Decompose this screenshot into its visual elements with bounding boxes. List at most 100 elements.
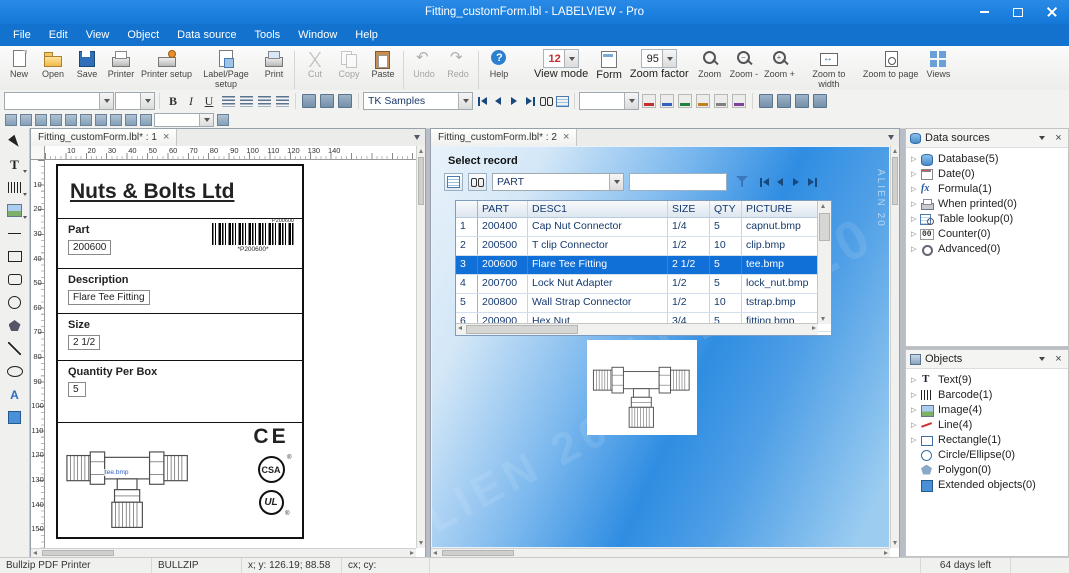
close-icon[interactable] bbox=[163, 132, 169, 143]
data-source-item[interactable]: Formula(1) bbox=[906, 181, 1068, 196]
object-combo[interactable] bbox=[579, 92, 639, 110]
palette-tool-button[interactable] bbox=[3, 338, 27, 359]
record-nav-button[interactable] bbox=[522, 93, 538, 109]
object-item[interactable]: Polygon(0) bbox=[906, 462, 1068, 477]
text-tool-button[interactable] bbox=[318, 92, 336, 110]
toolbar-button[interactable]: Save bbox=[70, 48, 104, 90]
size-value-field[interactable]: 2 1/2 bbox=[68, 335, 101, 350]
grid-horizontal-scrollbar[interactable] bbox=[456, 323, 818, 335]
chevron-down-icon[interactable] bbox=[609, 174, 623, 190]
data-source-item[interactable]: Database(5) bbox=[906, 151, 1068, 166]
arrange-tool-button[interactable] bbox=[793, 92, 811, 110]
draw-tool-button[interactable] bbox=[658, 92, 676, 110]
zoom-toolbar-button[interactable]: Zoom bbox=[693, 48, 727, 90]
palette-tool-button[interactable] bbox=[3, 246, 27, 267]
column-header[interactable]: SIZE bbox=[668, 201, 710, 217]
close-icon[interactable] bbox=[1035, 0, 1069, 24]
menu-item[interactable]: Data source bbox=[168, 26, 245, 44]
ul-mark[interactable]: UL ® bbox=[258, 490, 290, 517]
menu-item[interactable]: Tools bbox=[245, 26, 289, 44]
label-canvas[interactable]: Nuts & Bolts Ltd Part 200600 P200600 *P2… bbox=[45, 160, 416, 548]
palette-tool-button[interactable] bbox=[3, 292, 27, 313]
draw-tool-button[interactable] bbox=[640, 92, 658, 110]
object-item[interactable]: Extended objects(0) bbox=[906, 477, 1068, 492]
zoom-toolbar-button[interactable]: Views bbox=[921, 48, 955, 90]
text-tool-button[interactable] bbox=[300, 92, 318, 110]
expand-icon[interactable] bbox=[911, 155, 920, 163]
record-nav-button[interactable] bbox=[804, 174, 820, 190]
scroll-right-icon[interactable] bbox=[410, 551, 414, 555]
toolbar-button[interactable]: Open bbox=[36, 48, 70, 90]
record-nav-button[interactable] bbox=[538, 93, 554, 109]
data-source-item[interactable]: Table lookup(0) bbox=[906, 211, 1068, 226]
draw-tool-button[interactable] bbox=[694, 92, 712, 110]
chevron-down-icon[interactable] bbox=[199, 114, 213, 126]
chevron-down-icon[interactable] bbox=[564, 50, 579, 67]
toolbar-button[interactable]: Print bbox=[257, 48, 291, 90]
text-tool-button[interactable] bbox=[336, 92, 354, 110]
quick-tool-button[interactable] bbox=[48, 113, 63, 127]
record-nav-button[interactable] bbox=[756, 174, 772, 190]
scroll-left-icon[interactable] bbox=[458, 326, 462, 330]
text-style-button[interactable]: B bbox=[164, 92, 182, 110]
scrollbar-thumb[interactable] bbox=[466, 325, 578, 334]
quantity-value-field[interactable]: 5 bbox=[68, 382, 86, 397]
quick-tool-button[interactable] bbox=[215, 113, 230, 127]
record-nav-button[interactable] bbox=[474, 93, 490, 109]
toolbar-button[interactable]: Printer bbox=[104, 48, 138, 90]
draw-tool-button[interactable] bbox=[712, 92, 730, 110]
font-size-combo[interactable] bbox=[115, 92, 155, 110]
menu-item[interactable]: View bbox=[77, 26, 119, 44]
maximize-icon[interactable] bbox=[1001, 0, 1035, 24]
toolbar-button[interactable]: Redo bbox=[441, 48, 475, 80]
text-align-button[interactable] bbox=[219, 92, 237, 110]
scroll-down-icon[interactable] bbox=[893, 541, 897, 545]
expand-icon[interactable] bbox=[911, 436, 920, 444]
expand-icon[interactable] bbox=[911, 200, 920, 208]
palette-tool-button[interactable] bbox=[3, 384, 27, 405]
close-icon[interactable] bbox=[1052, 132, 1065, 145]
expand-icon[interactable] bbox=[911, 376, 920, 384]
expand-icon[interactable] bbox=[911, 245, 920, 253]
arrange-tool-button[interactable] bbox=[757, 92, 775, 110]
chevron-down-icon[interactable] bbox=[99, 93, 113, 109]
object-item[interactable]: Text(9) bbox=[906, 372, 1068, 387]
column-header[interactable]: QTY bbox=[710, 201, 742, 217]
toolbar-button[interactable]: Label/Page setup bbox=[195, 48, 257, 90]
palette-tool-button[interactable] bbox=[3, 131, 27, 152]
scroll-left-icon[interactable] bbox=[33, 551, 37, 555]
window-menu-icon[interactable] bbox=[884, 130, 898, 144]
horizontal-scrollbar[interactable] bbox=[431, 548, 890, 557]
quantity-label-text[interactable]: Quantity Per Box bbox=[68, 366, 302, 378]
chevron-down-icon[interactable] bbox=[140, 93, 154, 109]
palette-tool-button[interactable] bbox=[3, 154, 27, 175]
csa-mark[interactable]: CSA ® bbox=[257, 455, 292, 483]
panel-menu-icon[interactable] bbox=[1035, 132, 1048, 145]
object-item[interactable]: Barcode(1) bbox=[906, 387, 1068, 402]
expand-icon[interactable] bbox=[911, 215, 920, 223]
menu-item[interactable]: Help bbox=[346, 26, 387, 44]
scroll-down-icon[interactable] bbox=[821, 317, 825, 321]
palette-tool-button[interactable] bbox=[3, 407, 27, 428]
data-source-item[interactable]: Counter(0) bbox=[906, 226, 1068, 241]
text-style-button[interactable]: I bbox=[182, 92, 200, 110]
description-label-text[interactable]: Description bbox=[68, 274, 302, 286]
expand-icon[interactable] bbox=[911, 185, 920, 193]
horizontal-scrollbar[interactable] bbox=[31, 548, 416, 557]
scrollbar-thumb[interactable] bbox=[892, 157, 898, 205]
palette-tool-button[interactable] bbox=[3, 361, 27, 382]
quick-tool-button[interactable] bbox=[33, 113, 48, 127]
scrollbar-thumb[interactable] bbox=[819, 213, 830, 241]
scroll-left-icon[interactable] bbox=[433, 551, 437, 555]
palette-tool-button[interactable] bbox=[3, 200, 27, 221]
data-source-item[interactable]: When printed(0) bbox=[906, 196, 1068, 211]
record-nav-button[interactable] bbox=[772, 174, 788, 190]
expand-icon[interactable] bbox=[911, 391, 920, 399]
data-source-item[interactable]: Date(0) bbox=[906, 166, 1068, 181]
description-value-field[interactable]: Flare Tee Fitting bbox=[68, 290, 150, 305]
label-design[interactable]: Nuts & Bolts Ltd Part 200600 P200600 *P2… bbox=[56, 164, 304, 539]
record-nav-button[interactable] bbox=[490, 93, 506, 109]
grid-row[interactable]: 3 200600 Flare Tee Fitting 2 1/2 5 tee.b… bbox=[456, 256, 831, 275]
menu-item[interactable]: Window bbox=[289, 26, 346, 44]
size-label-text[interactable]: Size bbox=[68, 319, 302, 331]
